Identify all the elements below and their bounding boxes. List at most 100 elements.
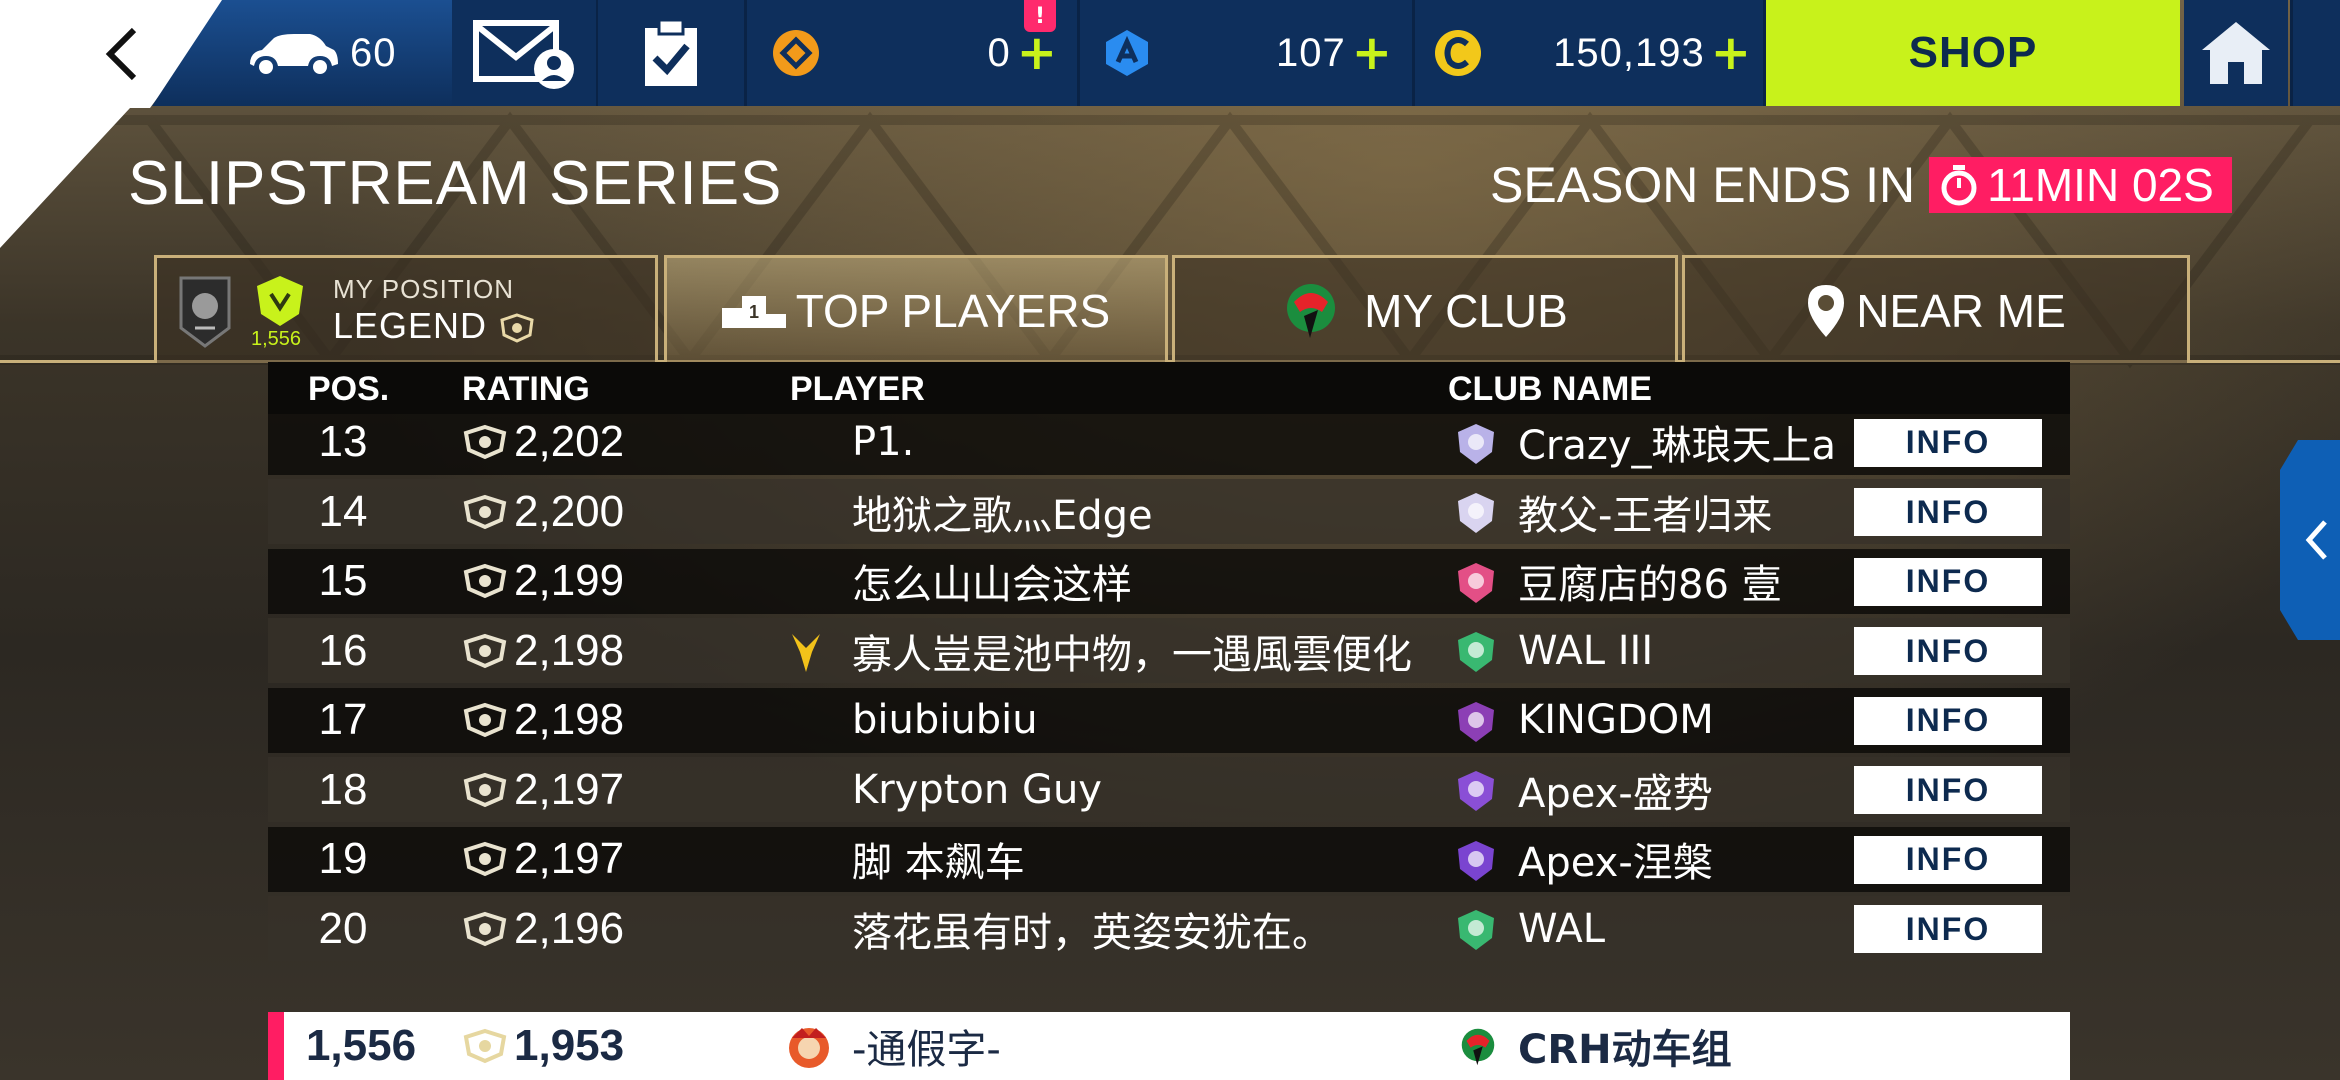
- info-button[interactable]: INFO: [1854, 627, 2042, 675]
- row-club: Apex-盛势: [1518, 770, 1713, 817]
- row-player: 落花虽有时，英姿安犹在。: [852, 909, 1332, 956]
- table-rows: 122,204人间理想井川里予KnightINFO132,202P1.Crazy…: [268, 362, 2070, 966]
- inbox-button[interactable]: [452, 0, 599, 106]
- credits-counter[interactable]: 150,193 +: [1415, 0, 1766, 106]
- add-blueprints-button[interactable]: +: [1352, 29, 1392, 77]
- blueprint-icon: [1106, 30, 1148, 76]
- tab-my-club[interactable]: MY CLUB: [1172, 255, 1678, 363]
- location-pin-icon: [1808, 284, 1845, 337]
- back-button[interactable]: [82, 18, 162, 90]
- token-icon: [773, 30, 819, 76]
- table-row[interactable]: 15 2,199 怎么山山会这样 豆腐店的86 壹 INFO: [268, 548, 2070, 614]
- rating-icon: [463, 911, 507, 946]
- notification-badge: !: [1024, 0, 1056, 32]
- row-pos: 14: [318, 486, 368, 536]
- blueprints-counter[interactable]: 107 +: [1080, 0, 1415, 106]
- info-button[interactable]: INFO: [1854, 835, 2042, 884]
- my-row-pos: 1,556: [305, 1021, 417, 1070]
- row-club: 豆腐店的86 壹: [1518, 562, 1782, 608]
- my-row-player: -通假字-: [852, 1027, 1001, 1073]
- header-player: PLAYER: [790, 370, 925, 408]
- my-row-rating: 1,953: [514, 1021, 625, 1070]
- row-pos: 17: [318, 695, 368, 744]
- rating-icon: [463, 772, 507, 807]
- chevron-left-icon: [2305, 520, 2327, 560]
- rating-icon: [463, 424, 507, 460]
- row-pos: 16: [318, 625, 368, 675]
- row-rating-cell: 2,198: [460, 688, 624, 753]
- my-position-text: MY POSITION LEGEND: [333, 274, 536, 347]
- row-rating-cell: 2,200: [460, 479, 624, 544]
- league-emblem-icon: [179, 276, 231, 348]
- info-button[interactable]: INFO: [1854, 696, 2042, 745]
- rating-icon: [463, 633, 507, 668]
- row-rating-cell: 2,198: [460, 618, 624, 683]
- tab-my-position[interactable]: 1,556 MY POSITION LEGEND: [154, 255, 658, 363]
- row-player: Krypton Guy: [852, 766, 1102, 813]
- club-emblem-icon: [1458, 771, 1494, 811]
- header-club: CLUB NAME: [1448, 370, 1652, 408]
- club-emblem-icon: [1458, 632, 1494, 672]
- row-player: 寡人豈是池中物，一遇風雲便化: [852, 631, 1412, 678]
- table-header: POS. RATING PLAYER CLUB NAME: [268, 362, 2070, 414]
- shop-button[interactable]: SHOP: [1766, 0, 2180, 106]
- tab-near-me[interactable]: NEAR ME: [1682, 255, 2190, 363]
- table-row[interactable]: 16 2,198 寡人豈是池中物，一遇風雲便化 WAL III INFO: [268, 618, 2070, 683]
- rating-icon: [463, 494, 507, 529]
- stopwatch-icon: [1941, 165, 1977, 206]
- row-rating-cell: 2,196: [460, 896, 624, 961]
- club-emblem-icon: [1458, 493, 1494, 533]
- season-label: SEASON ENDS IN: [1490, 157, 1916, 213]
- info-button[interactable]: INFO: [1854, 418, 2042, 467]
- row-rating: 2,197: [514, 834, 625, 883]
- table-row[interactable]: 20 2,196 落花虽有时，英姿安犹在。 WAL INFO: [268, 896, 2070, 961]
- podium-rank: 1: [749, 302, 759, 322]
- table-row[interactable]: 19 2,197 脚 本飙车 Apex-涅槃 INFO: [268, 826, 2070, 892]
- home-button[interactable]: [2184, 0, 2288, 106]
- info-button[interactable]: INFO: [1854, 488, 2042, 536]
- tab-my-club-label: MY CLUB: [1364, 284, 1568, 337]
- my-position-value-wrap: LEGEND: [333, 305, 536, 347]
- header-rating: RATING: [462, 370, 590, 408]
- my-row-club: CRH动车组: [1518, 1027, 1732, 1073]
- info-button[interactable]: INFO: [1854, 557, 2042, 606]
- info-button[interactable]: INFO: [1854, 766, 2042, 814]
- row-club: KINGDOM: [1518, 697, 1714, 743]
- row-player: 地狱之歌灬Edge: [852, 492, 1153, 539]
- table-row[interactable]: 18 2,197 Krypton Guy Apex-盛势 INFO: [268, 757, 2070, 822]
- credits-icon: [1435, 30, 1481, 76]
- row-pos: 20: [318, 903, 368, 953]
- club-emblem-icon: [1458, 423, 1494, 464]
- row-pos: 13: [318, 417, 368, 466]
- tab-top-players-label: TOP PLAYERS: [795, 284, 1111, 337]
- add-credits-button[interactable]: +: [1711, 29, 1751, 77]
- row-rating-cell: 2,197: [460, 827, 624, 892]
- my-position-value: LEGEND: [333, 305, 488, 346]
- car-icon: [250, 34, 338, 74]
- info-button[interactable]: INFO: [1854, 905, 2042, 953]
- row-player: P1.: [852, 419, 915, 465]
- top-bar: 60 0 + ! 107 + 150,193 + SHOP: [0, 0, 2340, 248]
- table-row[interactable]: 13 2,202 P1. Crazy_琳琅天上a INFO: [268, 409, 2070, 475]
- player-badge-icon: [792, 634, 820, 672]
- my-position-label: MY POSITION: [333, 274, 514, 304]
- header-pos: POS.: [308, 370, 390, 408]
- row-rating: 2,198: [514, 695, 625, 744]
- side-panel-toggle[interactable]: [2280, 440, 2340, 640]
- rating-icon: [463, 702, 507, 738]
- row-rating-cell: 2,202: [460, 410, 624, 475]
- tab-top-players[interactable]: 1 TOP PLAYERS: [664, 255, 1168, 363]
- rating-icon: [463, 841, 507, 877]
- row-rating: 2,197: [514, 764, 625, 814]
- club-emblem-icon: [1458, 701, 1494, 742]
- table-row[interactable]: 17 2,198 biubiubiu KINGDOM INFO: [268, 687, 2070, 753]
- row-club: WAL III: [1518, 627, 1654, 674]
- tasks-button[interactable]: [598, 0, 747, 106]
- table-row[interactable]: 14 2,200 地狱之歌灬Edge 教父-王者归来 INFO: [268, 479, 2070, 544]
- my-player-row[interactable]: 1,556 1,953 -通假字- CRH动车组: [268, 1012, 2070, 1080]
- row-player: biubiubiu: [852, 697, 1038, 743]
- club-logo-icon: [1461, 1028, 1495, 1066]
- add-tokens-button[interactable]: +: [1017, 29, 1057, 77]
- row-rating-cell: 2,197: [460, 757, 624, 822]
- tab-near-me-label: NEAR ME: [1856, 284, 2066, 337]
